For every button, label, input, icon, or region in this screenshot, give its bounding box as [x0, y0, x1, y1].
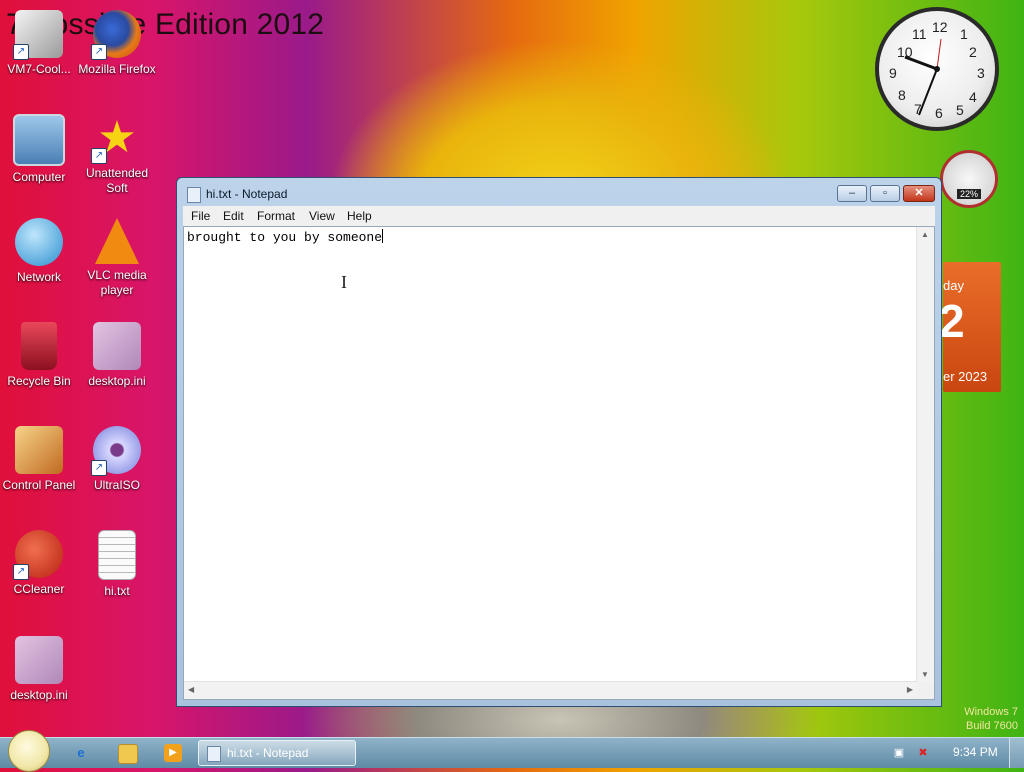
desktop-icon-label: Control Panel — [2, 478, 76, 492]
close-button[interactable]: ✕ — [903, 185, 935, 202]
resize-grip-icon[interactable] — [917, 682, 934, 699]
desktop-icon-vm7[interactable]: ↗ VM7-Cool... — [0, 10, 78, 77]
desktop-icon-network[interactable]: Network — [0, 218, 78, 285]
desktop-icon-label: hi.txt — [104, 584, 130, 598]
volume-muted-icon[interactable]: ✖ — [915, 746, 931, 760]
desktop-icon-ccleaner[interactable]: ↗ CCleaner — [0, 530, 78, 597]
ibeam-cursor-icon: I — [341, 272, 347, 292]
window-title: hi.txt - Notepad — [206, 187, 288, 201]
desktop-icon-label: desktop.ini — [88, 374, 146, 388]
desktop-icon-hi-txt[interactable]: hi.txt — [78, 530, 156, 599]
vertical-scrollbar[interactable]: ▲ ▼ — [916, 227, 934, 682]
text-editor[interactable]: brought to you by someone ▲ ▼ ◀ ▶ — [183, 226, 935, 700]
watermark-line: Windows 7 — [964, 706, 1018, 718]
settings-file-icon — [15, 636, 63, 684]
desktop-icon-label: VM7-Cool... — [7, 62, 71, 76]
menu-format[interactable]: Format — [257, 209, 295, 223]
calendar-month-year: er 2023 — [943, 369, 988, 384]
cpu-meter-value: 22% — [957, 189, 981, 199]
show-desktop-button[interactable] — [1009, 738, 1024, 768]
scroll-left-icon[interactable]: ◀ — [188, 685, 194, 694]
desktop-icon-label: UltraISO — [93, 478, 140, 492]
disc-icon: ↗ — [91, 426, 141, 476]
notepad-window[interactable]: hi.txt - Notepad – ▫ ✕ File Edit Format … — [176, 177, 942, 707]
settings-file-icon — [93, 322, 141, 370]
desktop-icon-computer[interactable]: Computer — [0, 114, 78, 185]
firefox-icon: ↗ — [91, 10, 141, 60]
recycle-bin-icon — [21, 322, 57, 370]
desktop-icon-label: VLC media player — [87, 268, 147, 297]
menu-help[interactable]: Help — [347, 209, 372, 223]
maximize-button[interactable]: ▫ — [870, 185, 900, 202]
taskbar: e ▶ hi.txt - Notepad ▣ ✖ 9:34 PM — [0, 730, 1024, 772]
ccleaner-icon: ↗ — [13, 530, 63, 580]
menu-bar: File Edit Format View Help — [183, 206, 935, 226]
calendar-date: 2 — [939, 295, 965, 347]
os-watermark: Windows 7 Build 7600 — [964, 705, 1018, 733]
notepad-icon — [207, 746, 221, 762]
desktop-icon-label: Network — [16, 270, 61, 284]
desktop-icon-desktop-ini-2[interactable]: desktop.ini — [0, 636, 78, 703]
computer-icon — [13, 114, 65, 166]
notepad-icon — [187, 187, 201, 203]
desktop-icon-firefox[interactable]: ↗ Mozilla Firefox — [78, 10, 156, 77]
menu-file[interactable]: File — [191, 209, 210, 223]
desktop-icon-ultraiso[interactable]: ↗ UltraISO — [78, 426, 156, 493]
desktop-icon-label: Unattended Soft — [85, 166, 149, 195]
clock-gadget[interactable]: 12 1 2 3 4 5 6 7 8 9 10 11 — [875, 7, 999, 131]
desktop-icon-label: CCleaner — [13, 582, 65, 596]
ie-icon[interactable]: e — [72, 744, 90, 762]
menu-view[interactable]: View — [309, 209, 335, 223]
scroll-up-icon[interactable]: ▲ — [921, 230, 929, 239]
desktop-icon-unattended-soft[interactable]: ★ ↗ Unattended Soft — [78, 114, 156, 196]
taskbar-item-notepad[interactable]: hi.txt - Notepad — [198, 740, 356, 766]
horizontal-scrollbar[interactable]: ◀ ▶ — [184, 681, 917, 699]
network-status-icon[interactable]: ▣ — [891, 746, 907, 760]
text-file-icon — [98, 530, 136, 580]
calendar-gadget[interactable]: day 2 er 2023 — [939, 262, 1001, 392]
network-icon — [15, 218, 63, 266]
taskbar-clock[interactable]: 9:34 PM — [953, 745, 998, 759]
media-player-icon[interactable]: ▶ — [164, 744, 182, 762]
document-text: brought to you by someone — [187, 230, 383, 245]
text-caret — [382, 229, 384, 243]
desktop-icon-label: Computer — [12, 170, 66, 184]
desktop-icon-recycle-bin[interactable]: Recycle Bin — [0, 322, 78, 389]
folder-icon[interactable] — [118, 744, 138, 764]
scroll-down-icon[interactable]: ▼ — [921, 670, 929, 679]
minimize-button[interactable]: – — [837, 185, 867, 202]
desktop-icon-label: Mozilla Firefox — [78, 62, 156, 76]
calendar-weekday: day — [943, 278, 964, 293]
cpu-meter-gadget[interactable]: 22% — [940, 150, 998, 208]
desktop-icon-label: Recycle Bin — [7, 374, 71, 388]
control-panel-icon — [15, 426, 63, 474]
editor-content[interactable]: brought to you by someone — [187, 229, 384, 245]
title-bar[interactable]: hi.txt - Notepad – ▫ ✕ — [177, 178, 941, 208]
start-button[interactable] — [8, 730, 50, 772]
scroll-right-icon[interactable]: ▶ — [907, 685, 913, 694]
star-icon: ★ ↗ — [91, 114, 141, 164]
menu-edit[interactable]: Edit — [223, 209, 244, 223]
vlc-icon — [95, 218, 139, 264]
clock-hands-icon — [904, 38, 942, 116]
desktop-icon-label: desktop.ini — [10, 688, 68, 702]
desktop-icon-vlc[interactable]: VLC media player — [78, 218, 156, 298]
desktop-icon-desktop-ini[interactable]: desktop.ini — [78, 322, 156, 389]
taskbar-item-label: hi.txt - Notepad — [227, 746, 309, 760]
desktop-icon-control-panel[interactable]: Control Panel — [0, 426, 78, 493]
watermark-line: Build 7600 — [966, 720, 1018, 732]
vm7-icon: ↗ — [13, 10, 63, 60]
